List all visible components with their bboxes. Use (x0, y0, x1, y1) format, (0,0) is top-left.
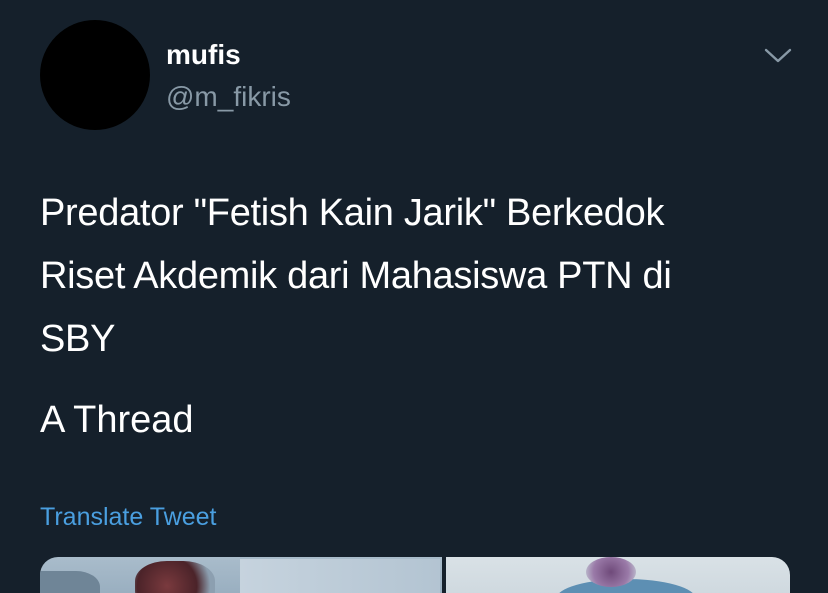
tweet-menu-button[interactable] (758, 40, 798, 72)
tweet-media[interactable] (40, 557, 790, 593)
tweet: mufis @m_fikris Predator "Fetish Kain Ja… (0, 0, 828, 593)
author-handle[interactable]: @m_fikris (166, 80, 291, 114)
media-image-right[interactable] (446, 557, 790, 593)
tweet-text-line: Predator "Fetish Kain Jarik" Berkedok (40, 192, 665, 234)
thread-label: A Thread (40, 399, 194, 441)
chevron-down-icon (764, 48, 792, 63)
author-display-name[interactable]: mufis (166, 38, 241, 72)
tweet-text: Predator "Fetish Kain Jarik" Berkedok Ri… (40, 182, 800, 371)
media-image-left[interactable] (40, 557, 442, 593)
tweet-text-line: SBY (40, 318, 116, 360)
tweet-text-line: Riset Akdemik dari Mahasiswa PTN di (40, 255, 672, 297)
avatar[interactable] (40, 20, 150, 130)
translate-tweet-link[interactable]: Translate Tweet (40, 501, 216, 533)
